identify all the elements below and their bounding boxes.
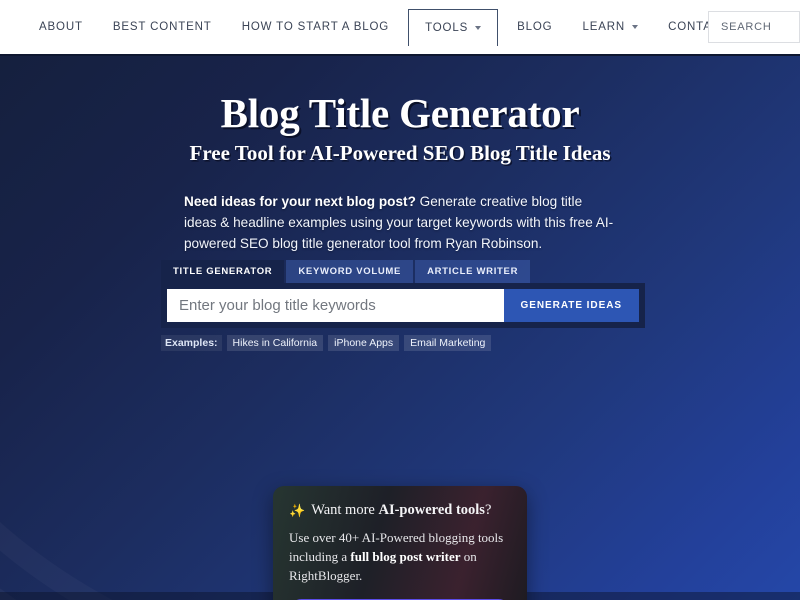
tab-title-generator[interactable]: Title Generator [161, 260, 285, 283]
hero-section: Blog Title Generator Free Tool for AI-Po… [0, 54, 800, 600]
chevron-down-icon [475, 25, 482, 30]
nav-item-label: Learn [582, 21, 626, 33]
nav-item-label: How to Start a Blog [241, 21, 390, 33]
promo-card: ✨ Want more AI-powered tools? Use over 4… [273, 486, 527, 600]
nav-item-label: About [39, 21, 83, 33]
promo-heading-plain: Want more [311, 502, 379, 518]
tab-label: Article Writer [427, 266, 519, 277]
nav-item-about[interactable]: About [24, 0, 98, 54]
examples-label: Examples: [161, 335, 222, 351]
nav-links: About Best Content How to Start a Blog T… [24, 0, 744, 54]
example-chip-email-marketing[interactable]: Email Marketing [404, 335, 492, 351]
nav-item-label: Tools [425, 21, 469, 34]
nav-item-best-content[interactable]: Best Content [98, 0, 227, 54]
hero-description-lead: Need ideas for your next blog post? [184, 194, 416, 209]
examples-row: Examples: Hikes in California iPhone App… [161, 335, 645, 351]
tab-label: Title Generator [173, 266, 273, 277]
top-navigation-bar: About Best Content How to Start a Blog T… [0, 0, 800, 54]
nav-search-label: Search [721, 21, 772, 33]
keyword-input[interactable] [167, 289, 504, 322]
tool-tabs: Title Generator Keyword Volume Article W… [161, 260, 645, 283]
nav-item-label: Blog [517, 21, 553, 33]
tab-label: Keyword Volume [298, 266, 402, 277]
nav-item-label: Best Content [112, 21, 212, 33]
tab-keyword-volume[interactable]: Keyword Volume [286, 260, 414, 283]
promo-heading-end: ? [484, 502, 492, 518]
promo-heading-text: Want more AI-powered tools? [311, 502, 491, 519]
generate-ideas-button[interactable]: Generate Ideas [503, 289, 639, 322]
nav-item-how-to-start-a-blog[interactable]: How to Start a Blog [227, 0, 404, 54]
promo-body-bold: full blog post writer [350, 549, 461, 564]
tool-widget: Title Generator Keyword Volume Article W… [161, 260, 645, 351]
nav-item-blog[interactable]: Blog [502, 0, 567, 54]
keyword-form: Generate Ideas [161, 283, 645, 328]
hero-description: Need ideas for your next blog post? Gene… [184, 191, 616, 254]
nav-item-learn[interactable]: Learn [567, 0, 653, 54]
nav-item-tools[interactable]: Tools [408, 8, 499, 46]
nav-search-box[interactable]: Search [708, 11, 800, 43]
promo-heading-bold: AI-powered tools [378, 502, 485, 518]
promo-body: Use over 40+ AI-Powered blogging tools i… [289, 528, 511, 585]
tab-article-writer[interactable]: Article Writer [415, 260, 531, 283]
chevron-down-icon [632, 25, 639, 29]
page-subtitle: Free Tool for AI-Powered SEO Blog Title … [189, 141, 611, 165]
page-title: Blog Title Generator [220, 90, 580, 136]
example-chip-hikes-in-california[interactable]: Hikes in California [226, 335, 324, 351]
example-chip-iphone-apps[interactable]: iPhone Apps [328, 335, 400, 351]
sparkles-icon: ✨ [289, 502, 306, 518]
promo-heading: ✨ Want more AI-powered tools? [289, 502, 511, 519]
